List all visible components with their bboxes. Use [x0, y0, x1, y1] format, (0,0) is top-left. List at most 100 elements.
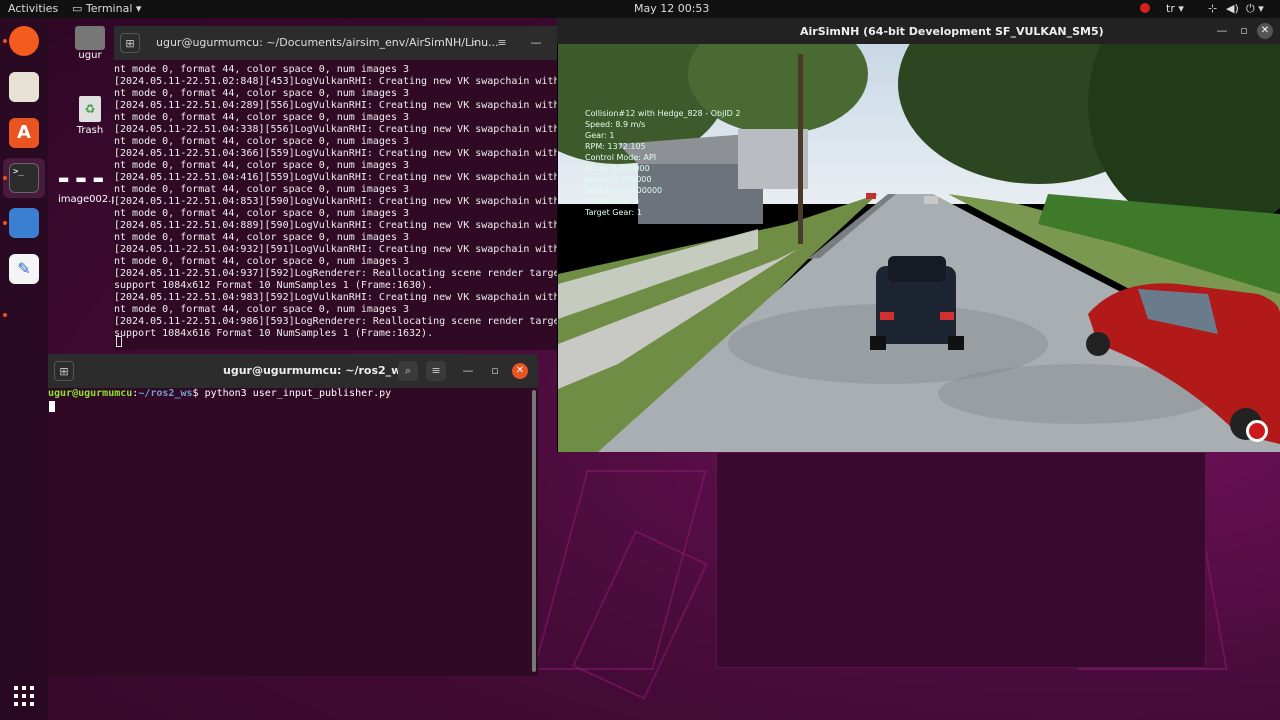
hud-line: Control Mode: API [585, 153, 657, 162]
log-line: nt mode 0, format 44, color space 0, num… [114, 208, 410, 219]
menu-icon[interactable]: ≡ [492, 33, 512, 53]
log-line: [2024.05.11-22.51.04:932][591]LogVulkanR… [114, 244, 557, 255]
hud-line: Handbrake: 0 [585, 197, 639, 206]
terminal-icon[interactable]: >_ [9, 163, 39, 193]
hud-line: RPM: 1372.105 [585, 142, 646, 151]
terminal-window-airsim-log[interactable]: ⊞ ugur@ugurmumcu: ~/Documents/airsim_env… [114, 26, 557, 350]
prompt-path: ~/ros2_ws [138, 388, 193, 399]
terminal-output[interactable]: nt mode 0, format 44, color space 0, num… [114, 64, 557, 340]
house [738, 129, 808, 189]
log-line: nt mode 0, format 44, color space 0, num… [114, 256, 410, 267]
prompt-user: ugur@ugurmumcu [48, 388, 133, 399]
keyboard-layout-label: tr [1166, 2, 1175, 15]
hud-line: Gear: 1 [585, 131, 615, 140]
hud-line: Accel: 0.000000 [585, 164, 650, 173]
new-tab-icon[interactable]: ⊞ [120, 33, 140, 53]
hud-line: Speed: 8.9 m/s [585, 120, 646, 129]
utility-pole [798, 54, 803, 244]
app-menu-label: Terminal [85, 2, 133, 15]
volume-icon[interactable]: ◀) [1226, 2, 1239, 15]
show-applications-icon[interactable] [14, 686, 34, 706]
hud-line: Break: 0.000000 [585, 175, 652, 184]
log-line: nt mode 0, format 44, color space 0, num… [114, 304, 410, 315]
maximize-icon[interactable]: ▫ [1234, 21, 1254, 41]
hud-line: Target Gear: 1 [585, 208, 642, 217]
running-indicator [3, 221, 7, 225]
minimize-icon[interactable]: — [526, 33, 546, 53]
log-line: [2024.05.11-22.51.04:338][556]LogVulkanR… [114, 124, 557, 135]
terminal-window-ros2[interactable]: ⊞ ugur@ugurmumcu: ~/ros2_ws ⌕ ≡ — ▫ ✕ ug… [48, 354, 538, 676]
menu-icon[interactable]: ≡ [426, 361, 446, 381]
log-line: nt mode 0, format 44, color space 0, num… [114, 232, 410, 243]
network-icon[interactable]: ⊹ [1208, 2, 1217, 15]
log-line: [2024.05.11-22.51.04:937][592]LogRendere… [114, 268, 557, 279]
log-line: support 1084x612 Format 10 NumSamples 1 … [114, 280, 434, 291]
log-line: [2024.05.11-22.51.02:848][453]LogVulkanR… [114, 76, 557, 87]
brave-browser-icon[interactable] [9, 26, 39, 56]
log-line: [2024.05.11-22.51.04:366][559]LogVulkanR… [114, 148, 557, 159]
minimize-icon[interactable]: — [458, 361, 478, 381]
keyboard-layout-indicator[interactable]: tr ▾ [1166, 2, 1184, 15]
running-indicator [3, 39, 7, 43]
activities-button[interactable]: Activities [8, 2, 58, 15]
window-title: ugur@ugurmumcu: ~/ros2_ws [223, 364, 408, 377]
window-title: AirSimNH (64-bit Development SF_VULKAN_S… [800, 25, 1104, 38]
image-file-icon: ▬▬▬ [57, 172, 110, 186]
driving-scene [558, 44, 1280, 452]
running-indicator [3, 176, 7, 180]
desktop-trash[interactable]: ♻ Trash [70, 96, 110, 136]
terminal-titlebar[interactable]: ⊞ ugur@ugurmumcu: ~/ros2_ws ⌕ ≡ — ▫ ✕ [48, 354, 538, 388]
terminal-titlebar[interactable]: ⊞ ugur@ugurmumcu: ~/Documents/airsim_env… [114, 26, 557, 60]
software-center-icon[interactable]: A [9, 118, 39, 148]
close-icon[interactable]: ✕ [512, 363, 528, 379]
search-icon[interactable]: ⌕ [398, 361, 418, 381]
new-tab-icon[interactable]: ⊞ [54, 361, 74, 381]
trash-icon: ♻ [79, 96, 101, 122]
distant-car [924, 196, 938, 204]
log-line: [2024.05.11-22.51.04:889][590]LogVulkanR… [114, 220, 557, 231]
terminal-prompt-line[interactable]: ugur@ugurmumcu:~/ros2_ws$ python3 user_i… [48, 388, 391, 400]
background-window-shadow [716, 452, 1206, 668]
text-editor-icon[interactable]: ✎ [9, 254, 39, 284]
maximize-icon[interactable]: ▫ [485, 361, 505, 381]
terminal-icon: ▭ [72, 2, 86, 15]
record-button[interactable] [1246, 420, 1268, 442]
text-cursor [49, 401, 55, 412]
text-cursor [116, 336, 122, 347]
home-folder-label: ugur [78, 50, 102, 61]
log-line: nt mode 0, format 44, color space 0, num… [114, 112, 410, 123]
running-indicator [3, 313, 7, 317]
files-icon[interactable] [9, 72, 39, 102]
log-line: nt mode 0, format 44, color space 0, num… [114, 136, 410, 147]
typed-command: python3 user_input_publisher.py [204, 388, 392, 399]
log-line: nt mode 0, format 44, color space 0, num… [114, 160, 410, 171]
search-icon[interactable]: ⌕ [464, 33, 484, 53]
dock: A >_ ✎ [0, 18, 48, 720]
minimize-icon[interactable]: — [1212, 21, 1232, 41]
hud-line: Collision#12 with Hedge_828 - ObjID 2 [585, 109, 741, 118]
log-line: nt mode 0, format 44, color space 0, num… [114, 88, 410, 99]
prompt-symbol: $ [192, 388, 205, 399]
window-title: ugur@ugurmumcu: ~/Documents/airsim_env/A… [156, 36, 499, 49]
power-icon[interactable]: ⏻ ▾ [1246, 2, 1264, 16]
log-line: nt mode 0, format 44, color space 0, num… [114, 64, 410, 75]
simulation-viewport[interactable]: Collision#12 with Hedge_828 - ObjID 2 Spe… [558, 44, 1280, 452]
distant-car [866, 193, 876, 199]
settings-icon[interactable] [9, 208, 39, 238]
log-line: [2024.05.11-22.51.04:853][590]LogVulkanR… [114, 196, 557, 207]
record-icon [1249, 423, 1265, 439]
recording-icon[interactable] [1140, 3, 1150, 13]
log-line: support 1084x616 Format 10 NumSamples 1 … [114, 328, 434, 339]
scrollbar[interactable] [532, 390, 536, 672]
desktop-image-file[interactable]: ▬▬▬ image002.pn [52, 172, 124, 205]
hud-line: Steering: 0.100000 [585, 186, 663, 195]
desktop-home-folder[interactable]: ugur [72, 26, 108, 61]
log-line: [2024.05.11-22.51.04:986][593]LogRendere… [114, 316, 557, 327]
log-line: nt mode 0, format 44, color space 0, num… [114, 184, 410, 195]
airsim-titlebar[interactable]: AirSimNH (64-bit Development SF_VULKAN_S… [557, 18, 1280, 44]
app-menu[interactable]: ▭ Terminal ▾ [72, 2, 141, 15]
clock[interactable]: May 12 00:53 [634, 2, 709, 15]
close-icon[interactable]: ✕ [1257, 23, 1273, 39]
airsim-window[interactable]: AirSimNH (64-bit Development SF_VULKAN_S… [557, 18, 1280, 452]
log-line: [2024.05.11-22.51.04:289][556]LogVulkanR… [114, 100, 557, 111]
